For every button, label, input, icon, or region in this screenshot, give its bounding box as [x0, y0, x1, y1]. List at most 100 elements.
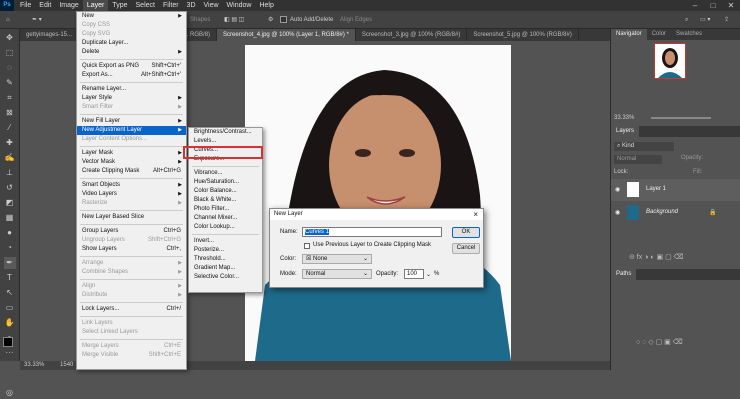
menu-item-select-linked-layers[interactable]: Select Linked Layers — [77, 328, 186, 337]
minimize-icon[interactable]: – — [686, 0, 704, 11]
frame-tool-icon[interactable]: ⊠ — [4, 107, 16, 119]
menu-item-smart-filter[interactable]: Smart Filter ▶ — [77, 103, 186, 112]
menu-item-ungroup-layers[interactable]: Ungroup Layers Shift+Ctrl+G — [77, 236, 186, 245]
workspace-icon[interactable]: ▭ ▾ — [700, 14, 710, 26]
menu-file[interactable]: File — [16, 0, 35, 11]
eyedropper-tool-icon[interactable]: ⁄ — [4, 122, 16, 134]
dodge-tool-icon[interactable]: ◔ — [4, 242, 16, 254]
hand-tool-icon[interactable]: ✋ — [4, 317, 16, 329]
menu-item-show-layers[interactable]: Show Layers Ctrl+, — [77, 245, 186, 254]
opacity-field[interactable]: 100 — [404, 269, 424, 279]
blend-mode-select[interactable]: Normal — [614, 155, 662, 164]
eye-icon[interactable]: ◉ — [615, 209, 620, 216]
type-tool-icon[interactable]: T — [4, 272, 16, 284]
cancel-button[interactable]: Cancel — [452, 243, 480, 254]
path-actions-icons[interactable]: ○ ◌ ◇ ▢ ▣ ⌫ — [636, 338, 683, 346]
menu-item-group-layers[interactable]: Group Layers Ctrl+G — [77, 227, 186, 236]
shapes-button[interactable]: Shapes — [190, 14, 210, 26]
menu-type[interactable]: Type — [108, 0, 131, 11]
tab-swatches[interactable]: Swatches — [671, 29, 707, 40]
menu-item-combine-shapes[interactable]: Combine Shapes ▶ — [77, 268, 186, 277]
submenu-item-levels[interactable]: Levels... — [189, 137, 262, 146]
menu-item-copy-css[interactable]: Copy CSS — [77, 21, 186, 30]
menu-item-align[interactable]: Align ▶ — [77, 282, 186, 291]
menu-item-create-clipping-mask[interactable]: Create Clipping Mask Alt+Ctrl+G — [77, 167, 186, 176]
tab-paths[interactable]: Paths — [611, 269, 637, 280]
menu-item-link-layers[interactable]: Link Layers — [77, 319, 186, 328]
more-tools-icon[interactable]: ··· — [4, 347, 16, 359]
quick-select-tool-icon[interactable]: ✎ — [4, 77, 16, 89]
submenu-item-color-lookup[interactable]: Color Lookup... — [189, 223, 262, 232]
submenu-item-invert[interactable]: Invert... — [189, 237, 262, 246]
navigator-thumbnail[interactable] — [654, 43, 686, 79]
menu-item-vector-mask[interactable]: Vector Mask ▶ — [77, 158, 186, 167]
tab-doc-3[interactable]: Screenshot_4.jpg @ 100% (Layer 1, RGB/8#… — [217, 29, 356, 41]
brush-tool-icon[interactable]: ✍ — [4, 152, 16, 164]
layer-actions-icons[interactable]: ⊝ fx ◑ ◐ ▣ ▢ ⌫ — [629, 253, 684, 261]
menu-help[interactable]: Help — [255, 0, 277, 11]
menu-item-duplicate-layer[interactable]: Duplicate Layer... — [77, 39, 186, 48]
menu-item-merge-layers[interactable]: Merge Layers Ctrl+E — [77, 342, 186, 351]
maximize-icon[interactable]: □ — [704, 0, 722, 11]
layer-kind-filter[interactable]: ⌕ Kind — [614, 142, 674, 151]
menu-item-arrange[interactable]: Arrange ▶ — [77, 259, 186, 268]
healing-tool-icon[interactable]: ✚ — [4, 137, 16, 149]
menu-item-layer-mask[interactable]: Layer Mask ▶ — [77, 149, 186, 158]
tab-doc-4[interactable]: Screenshot_3.jpg @ 100% (RGB/8#) — [356, 29, 468, 41]
menu-window[interactable]: Window — [223, 0, 256, 11]
submenu-item-hue-saturation[interactable]: Hue/Saturation... — [189, 178, 262, 187]
search-icon[interactable]: ⌕ — [685, 14, 688, 26]
chevron-down-icon[interactable]: ⌄ — [426, 271, 431, 278]
tab-navigator[interactable]: Navigator — [611, 29, 647, 40]
menu-item-export-as[interactable]: Export As... Alt+Shift+Ctrl+' — [77, 71, 186, 80]
tab-doc-5[interactable]: Screenshot_5.jpg @ 100% (RGB/8#) — [467, 29, 579, 41]
menu-item-layer-content-options[interactable]: Layer Content Options... — [77, 135, 186, 144]
auto-add-delete-checkbox[interactable] — [280, 16, 287, 23]
color-select[interactable]: ☒ None ⌄ — [302, 254, 372, 264]
clipping-mask-checkbox[interactable] — [304, 243, 310, 249]
submenu-item-threshold[interactable]: Threshold... — [189, 255, 262, 264]
mode-select[interactable]: Normal ⌄ — [302, 269, 372, 279]
ok-button[interactable]: OK — [452, 227, 480, 238]
submenu-item-gradient-map[interactable]: Gradient Map... — [189, 264, 262, 273]
blur-tool-icon[interactable]: ● — [4, 227, 16, 239]
layer-row[interactable]: ◉ Background 🔒 — [611, 202, 740, 224]
tab-color[interactable]: Color — [647, 29, 671, 40]
layer-row[interactable]: ◉ Layer 1 — [611, 179, 740, 201]
path-select-tool-icon[interactable]: ↖ — [4, 287, 16, 299]
stamp-tool-icon[interactable]: ⊥ — [4, 167, 16, 179]
crop-tool-icon[interactable]: ⌗ — [4, 92, 16, 104]
navigator-zoom-slider[interactable] — [651, 117, 711, 119]
menu-item-new[interactable]: New ▶ — [77, 12, 186, 21]
menu-item-rename-layer[interactable]: Rename Layer... — [77, 85, 186, 94]
menu-image[interactable]: Image — [55, 0, 82, 11]
menu-filter[interactable]: Filter — [159, 0, 183, 11]
marquee-tool-icon[interactable]: ⬚ — [4, 47, 16, 59]
menu-item-smart-objects[interactable]: Smart Objects ▶ — [77, 181, 186, 190]
menu-item-new-adjustment-layer[interactable]: New Adjustment Layer ▶ — [77, 126, 186, 135]
tab-layers[interactable]: Layers — [611, 126, 640, 137]
quick-mask-icon[interactable]: ◎ — [4, 387, 16, 399]
menu-item-video-layers[interactable]: Video Layers ▶ — [77, 190, 186, 199]
document-canvas[interactable] — [245, 45, 511, 361]
menu-item-delete[interactable]: Delete ▶ — [77, 48, 186, 57]
menu-item-layer-style[interactable]: Layer Style ▶ — [77, 94, 186, 103]
menu-view[interactable]: View — [200, 0, 223, 11]
gradient-tool-icon[interactable]: ▦ — [4, 212, 16, 224]
menu-item-rasterize[interactable]: Rasterize ▶ — [77, 199, 186, 208]
layer-name-field[interactable]: Curves 1 — [302, 227, 442, 237]
gear-icon[interactable]: ⚙ — [268, 14, 273, 26]
menu-item-new-fill-layer[interactable]: New Fill Layer ▶ — [77, 117, 186, 126]
rectangle-tool-icon[interactable]: ▭ — [4, 302, 16, 314]
menu-item-distribute[interactable]: Distribute ▶ — [77, 291, 186, 300]
menu-select[interactable]: Select — [132, 0, 159, 11]
close-icon[interactable]: × — [473, 209, 478, 220]
menu-edit[interactable]: Edit — [35, 0, 55, 11]
share-icon[interactable]: ⇪ — [724, 14, 729, 26]
submenu-item-posterize[interactable]: Posterize... — [189, 246, 262, 255]
history-brush-icon[interactable]: ↺ — [4, 182, 16, 194]
move-tool-icon[interactable]: ✥ — [4, 32, 16, 44]
pen-tool-icon[interactable]: ✒ — [3, 257, 16, 269]
menu-item-lock-layers[interactable]: Lock Layers... Ctrl+/ — [77, 305, 186, 314]
eye-icon[interactable]: ◉ — [615, 186, 620, 193]
